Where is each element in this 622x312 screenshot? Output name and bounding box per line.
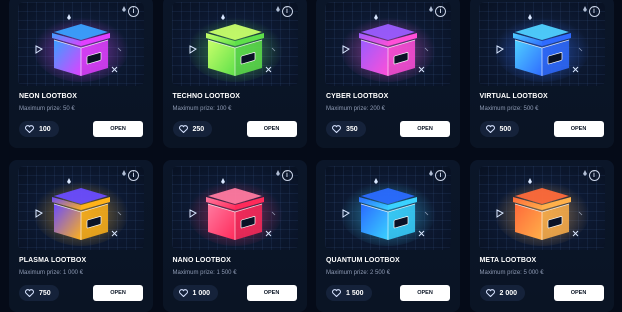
lootbox-grid: i NEON LOOTBOX Maximum prize: 50 € 100 O… [9, 0, 614, 312]
heart-icon [332, 289, 341, 297]
info-icon[interactable]: i [588, 170, 600, 181]
info-icon[interactable]: i [128, 170, 139, 181]
lootbox-artwork [171, 2, 298, 86]
lootbox-card[interactable]: i NEON LOOTBOX Maximum prize: 50 € 100 O… [9, 0, 153, 148]
lootbox-title: META LOOTBOX [479, 257, 537, 264]
lootbox-artwork [18, 2, 144, 86]
max-prize: Maximum prize: 1 500 € [172, 270, 237, 276]
lootbox-icon [493, 6, 590, 82]
price-badge: 1 000 [172, 285, 219, 301]
lootbox-card[interactable]: i QUANTUM LOOTBOX Maximum prize: 2 500 €… [316, 160, 460, 312]
price-badge: 750 [19, 285, 59, 301]
lootbox-artwork [325, 166, 451, 250]
price-badge: 100 [19, 121, 59, 137]
lootbox-card[interactable]: i CYBER LOOTBOX Maximum prize: 200 € 350… [316, 0, 460, 148]
max-prize: Maximum prize: 5 000 € [479, 270, 544, 276]
lootbox-icon [33, 6, 129, 82]
lootbox-artwork [18, 166, 144, 250]
price-value: 1 000 [192, 289, 211, 297]
lootbox-title: TECHNO LOOTBOX [172, 93, 241, 100]
lootbox-icon [340, 170, 436, 246]
open-button[interactable]: OPEN [246, 121, 297, 137]
lootbox-card[interactable]: i META LOOTBOX Maximum prize: 5 000 € 2 … [469, 160, 614, 312]
price-value: 1 500 [346, 289, 364, 297]
lootbox-artwork [478, 166, 605, 250]
heart-icon [332, 125, 341, 133]
heart-icon [485, 125, 495, 133]
price-value: 100 [39, 125, 51, 133]
lootbox-icon [186, 170, 283, 246]
lootbox-artwork [171, 166, 298, 250]
open-button[interactable]: OPEN [246, 285, 297, 301]
lootbox-title: PLASMA LOOTBOX [19, 257, 87, 264]
open-button[interactable]: OPEN [553, 121, 604, 137]
lootbox-title: CYBER LOOTBOX [326, 93, 389, 100]
open-button[interactable]: OPEN [400, 121, 450, 137]
open-button[interactable]: OPEN [93, 285, 143, 301]
max-prize: Maximum prize: 2 500 € [326, 270, 391, 276]
info-icon[interactable]: i [128, 6, 139, 17]
max-prize: Maximum prize: 100 € [172, 106, 232, 112]
lootbox-icon [33, 170, 129, 246]
price-badge: 2 000 [479, 285, 526, 301]
max-prize: Maximum prize: 200 € [326, 106, 386, 112]
lootbox-icon [186, 6, 283, 82]
price-badge: 500 [479, 121, 520, 137]
price-value: 750 [39, 289, 51, 297]
price-value: 350 [346, 125, 358, 133]
price-value: 250 [192, 125, 205, 133]
lootbox-title: QUANTUM LOOTBOX [326, 257, 400, 264]
lootbox-icon [493, 170, 590, 246]
info-icon[interactable]: i [588, 6, 600, 17]
open-button[interactable]: OPEN [400, 285, 450, 301]
price-badge: 350 [326, 121, 366, 137]
heart-icon [178, 125, 188, 133]
lootbox-title: NEON LOOTBOX [19, 93, 77, 100]
max-prize: Maximum prize: 1 000 € [19, 270, 84, 276]
lootbox-title: NANO LOOTBOX [172, 257, 231, 264]
info-icon[interactable]: i [435, 170, 446, 181]
heart-icon [485, 289, 495, 297]
lootbox-icon [340, 6, 436, 82]
price-value: 2 000 [499, 289, 518, 297]
price-value: 500 [499, 125, 512, 133]
price-badge: 1 500 [326, 285, 372, 301]
info-icon[interactable]: i [281, 6, 293, 17]
heart-icon [25, 289, 34, 297]
open-button[interactable]: OPEN [93, 121, 143, 137]
lootbox-card[interactable]: i PLASMA LOOTBOX Maximum prize: 1 000 € … [9, 160, 153, 312]
heart-icon [178, 289, 188, 297]
lootbox-artwork [478, 2, 605, 86]
info-icon[interactable]: i [281, 170, 293, 181]
lootbox-artwork [325, 2, 451, 86]
heart-icon [25, 125, 34, 133]
open-button[interactable]: OPEN [553, 285, 604, 301]
price-badge: 250 [172, 121, 213, 137]
lootbox-card[interactable]: i NANO LOOTBOX Maximum prize: 1 500 € 1 … [162, 160, 307, 312]
max-prize: Maximum prize: 50 € [19, 106, 75, 112]
lootbox-card[interactable]: i TECHNO LOOTBOX Maximum prize: 100 € 25… [162, 0, 307, 148]
info-icon[interactable]: i [435, 6, 446, 17]
lootbox-card[interactable]: i VIRTUAL LOOTBOX Maximum prize: 500 € 5… [469, 0, 614, 148]
max-prize: Maximum prize: 500 € [479, 106, 539, 112]
lootbox-title: VIRTUAL LOOTBOX [479, 93, 548, 100]
